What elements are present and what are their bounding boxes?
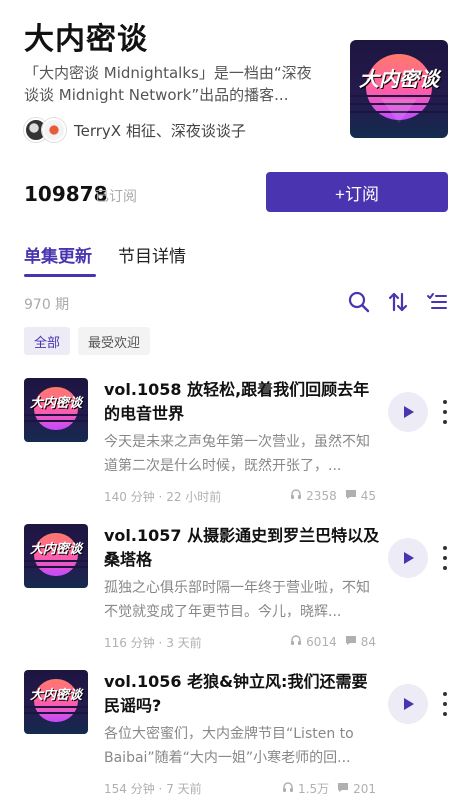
comment-icon (345, 634, 357, 649)
filter-chip-popular[interactable]: 最受欢迎 (78, 327, 151, 355)
comment-count: 201 (353, 781, 376, 796)
podcast-header: 大内密谈 「大内密谈 Midnightalks」是一档由“深夜谈谈 Midnig… (0, 0, 471, 160)
podcast-description[interactable]: 「大内密谈 Midnightalks」是一档由“深夜谈谈 Midnight Ne… (24, 62, 316, 106)
episode-stats: 2358 45 (290, 488, 376, 503)
play-icon (404, 552, 414, 564)
episode-description: 各位大密蜜们，大内金牌节目“Listen to Baibai”随着“大内一姐”小… (104, 726, 354, 766)
filter-chip-all[interactable]: 全部 (24, 327, 71, 355)
episode-cover: 大内密谈 (24, 524, 88, 588)
episode-meta: 140 分钟 · 22 小时前 (104, 490, 222, 504)
filter-chips: 全部 最受欢迎 (24, 327, 151, 355)
filter-list-icon[interactable] (425, 290, 449, 314)
episode-count: 970 期 (24, 297, 70, 313)
episode-cover: 大内密谈 (24, 378, 88, 442)
more-options-button[interactable] (438, 400, 452, 424)
play-button[interactable] (388, 684, 428, 724)
play-count: 1.5万 (298, 782, 330, 796)
cover-logo: 大内密谈 (359, 67, 439, 92)
hosts-row[interactable]: TerryX 相征、深夜谈谈子 (24, 118, 246, 142)
sort-icon[interactable] (386, 290, 410, 314)
comment-count: 84 (360, 634, 376, 649)
subscriber-count-label: 已订阅 (95, 189, 137, 205)
play-button[interactable] (388, 538, 428, 578)
host-avatar-shenyetantanzi[interactable] (42, 118, 66, 142)
active-tab-indicator (24, 274, 96, 277)
subscription-row: 109878 已订阅 +订阅 (0, 170, 471, 214)
play-button[interactable] (388, 392, 428, 432)
episode-stats: 6014 84 (290, 634, 376, 649)
search-icon[interactable] (347, 290, 371, 314)
episode-duration: 154 分钟 (104, 782, 155, 796)
more-options-button[interactable] (438, 692, 452, 716)
headphones-icon (290, 488, 302, 503)
episode-time-ago: 7 天前 (166, 782, 202, 796)
tab-episodes[interactable]: 单集更新 (24, 242, 92, 267)
comment-count: 45 (360, 488, 376, 503)
host-names[interactable]: TerryX 相征、深夜谈谈子 (74, 120, 246, 141)
episode-item[interactable]: 大内密谈 vol.1058 放轻松,跟着我们回顾去年的电音世界 今天是未来之声兔… (0, 378, 471, 518)
headphones-icon (290, 634, 302, 649)
cover-logo: 大内密谈 (29, 688, 82, 704)
episode-item[interactable]: 大内密谈 vol.1056 老狼&钟立风:我们还需要民谣吗? 各位大密蜜们，大内… (0, 670, 471, 800)
episode-meta: 154 分钟 · 7 天前 (104, 782, 202, 796)
play-icon (404, 406, 414, 418)
play-count: 2358 (306, 488, 337, 503)
episode-title[interactable]: vol.1056 老狼&钟立风:我们还需要民谣吗? (104, 670, 380, 718)
episode-cover: 大内密谈 (24, 670, 88, 734)
tab-program-details[interactable]: 节目详情 (118, 242, 186, 267)
comment-icon (345, 488, 357, 503)
episode-description: 今天是未来之声兔年第一次营业，虽然不知道第二次是什么时候，既然开张了，... (104, 434, 370, 474)
episode-time-ago: 3 天前 (166, 636, 202, 650)
episode-time-ago: 22 小时前 (166, 490, 222, 504)
episode-title[interactable]: vol.1057 从摄影通史到罗兰巴特以及桑塔格 (104, 524, 380, 572)
play-icon (404, 698, 414, 710)
episode-stats: 1.5万 201 (282, 780, 376, 797)
episode-toolbar: 970 期 (0, 288, 471, 318)
tab-bar: 单集更新 节目详情 (0, 238, 471, 278)
cover-logo: 大内密谈 (29, 396, 82, 412)
episode-duration: 116 分钟 (104, 636, 155, 650)
podcast-title: 大内密谈 (24, 22, 148, 57)
cover-logo: 大内密谈 (29, 542, 82, 558)
episode-duration: 140 分钟 (104, 490, 155, 504)
episode-meta: 116 分钟 · 3 天前 (104, 636, 202, 650)
episode-item[interactable]: 大内密谈 vol.1057 从摄影通史到罗兰巴特以及桑塔格 孤独之心俱乐部时隔一… (0, 524, 471, 664)
comment-icon (337, 781, 349, 796)
more-options-button[interactable] (438, 546, 452, 570)
episode-title[interactable]: vol.1058 放轻松,跟着我们回顾去年的电音世界 (104, 378, 380, 426)
subscribe-button[interactable]: +订阅 (266, 172, 448, 212)
headphones-icon (282, 781, 294, 796)
play-count: 6014 (306, 634, 337, 649)
episode-description: 孤独之心俱乐部时隔一年终于营业啦，不知不觉就变成了年更节目。今儿，晓辉... (104, 580, 370, 620)
podcast-cover: 大内密谈 (350, 40, 448, 138)
